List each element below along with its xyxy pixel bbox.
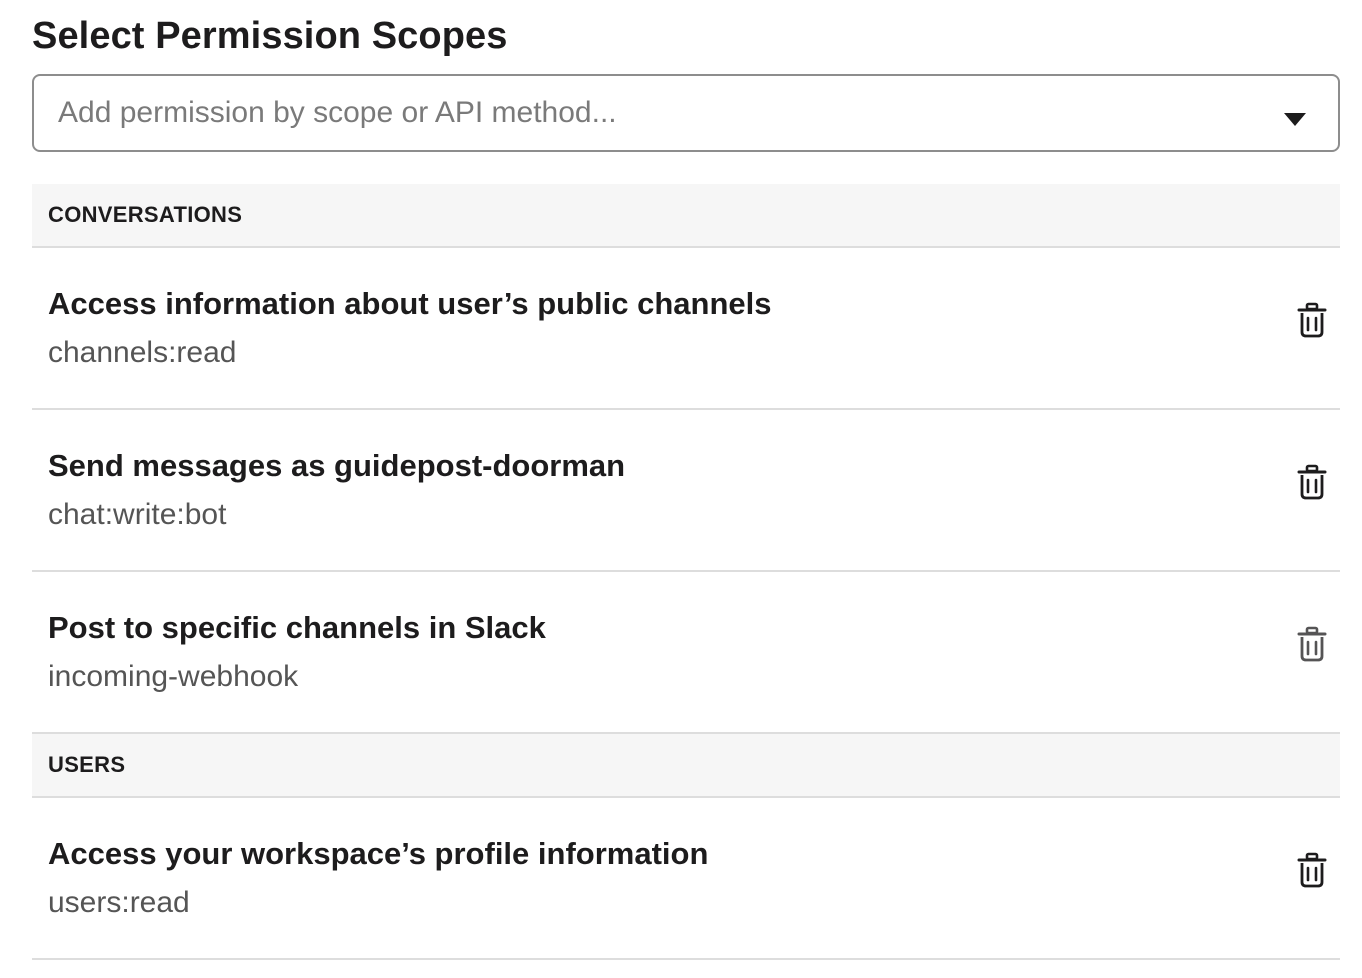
section-header-users: USERS	[32, 734, 1340, 798]
page-title: Select Permission Scopes	[32, 15, 508, 57]
permission-scopes-panel: Select Permission Scopes CONVERSATIONS A…	[32, 0, 1340, 960]
section-heading: USERS	[48, 752, 126, 777]
remove-scope-button[interactable]	[1292, 300, 1332, 340]
scope-picker[interactable]	[32, 74, 1340, 152]
scope-identifier: incoming-webhook	[48, 660, 299, 693]
trash-icon	[1297, 852, 1327, 888]
remove-scope-button[interactable]	[1292, 462, 1332, 502]
scope-list: CONVERSATIONS Access information about u…	[32, 184, 1340, 960]
scope-row-incoming-webhook: Post to specific channels in Slack incom…	[32, 572, 1340, 734]
chevron-down-icon[interactable]	[1284, 113, 1306, 126]
trash-icon	[1297, 464, 1327, 500]
scope-row-chat-write-bot: Send messages as guidepost-doorman chat:…	[32, 410, 1340, 572]
scope-description: Access information about user’s public c…	[48, 286, 772, 321]
scope-identifier: users:read	[48, 886, 190, 919]
scope-row-channels-read: Access information about user’s public c…	[32, 248, 1340, 410]
scope-search-input[interactable]	[58, 76, 1238, 150]
scope-description: Access your workspace’s profile informat…	[48, 836, 709, 871]
scope-description: Post to specific channels in Slack	[48, 610, 546, 645]
scope-identifier: chat:write:bot	[48, 498, 227, 531]
section-header-conversations: CONVERSATIONS	[32, 184, 1340, 248]
scope-identifier: channels:read	[48, 336, 237, 369]
trash-icon	[1297, 302, 1327, 338]
scope-description: Send messages as guidepost-doorman	[48, 448, 626, 483]
remove-scope-button[interactable]	[1292, 850, 1332, 890]
scope-row-users-read: Access your workspace’s profile informat…	[32, 798, 1340, 960]
section-heading: CONVERSATIONS	[48, 202, 243, 227]
remove-scope-button[interactable]	[1292, 624, 1332, 664]
trash-icon	[1297, 626, 1327, 662]
